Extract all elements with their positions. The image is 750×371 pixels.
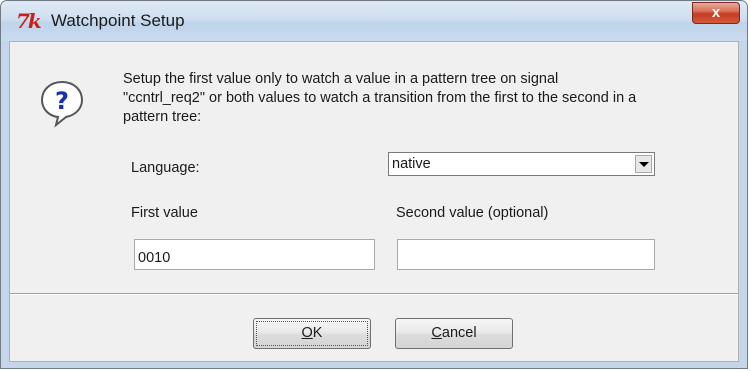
separator bbox=[10, 293, 738, 295]
first-value-label: First value bbox=[131, 205, 198, 221]
close-icon: x bbox=[711, 4, 721, 21]
tk-feather-icon: 7k bbox=[16, 9, 42, 33]
message-line-3: pattern tree: bbox=[123, 109, 202, 125]
message-line-2: "ccntrl_req2" or both values to watch a … bbox=[123, 90, 637, 106]
instruction-message: Setup the first value only to watch a va… bbox=[123, 70, 733, 127]
dialog-body: ? Setup the first value only to watch a … bbox=[9, 41, 739, 362]
language-label: Language: bbox=[131, 160, 200, 176]
window-title: Watchpoint Setup bbox=[51, 11, 185, 30]
message-line-1: Setup the first value only to watch a va… bbox=[123, 71, 559, 87]
ok-mnemonic: O bbox=[301, 325, 313, 341]
second-value-input[interactable] bbox=[397, 239, 655, 270]
language-select-value: native bbox=[392, 156, 431, 172]
ok-label: K bbox=[312, 325, 323, 341]
ok-button[interactable]: OK bbox=[253, 318, 371, 349]
chevron-down-icon[interactable] bbox=[635, 155, 652, 173]
second-value-label: Second value (optional) bbox=[396, 205, 549, 221]
dialog-window: 7k Watchpoint Setup x ? Setup the first … bbox=[0, 0, 748, 369]
language-select[interactable]: native bbox=[388, 152, 655, 176]
question-glyph: ? bbox=[55, 87, 69, 115]
first-value-input[interactable] bbox=[134, 239, 375, 270]
cancel-label: ancel bbox=[441, 325, 477, 341]
close-button[interactable]: x bbox=[692, 2, 740, 24]
question-icon: ? bbox=[38, 78, 86, 133]
cancel-button[interactable]: Cancel bbox=[395, 318, 513, 349]
title-bar[interactable]: 7k Watchpoint Setup x bbox=[1, 1, 747, 41]
cancel-mnemonic: C bbox=[431, 325, 442, 341]
